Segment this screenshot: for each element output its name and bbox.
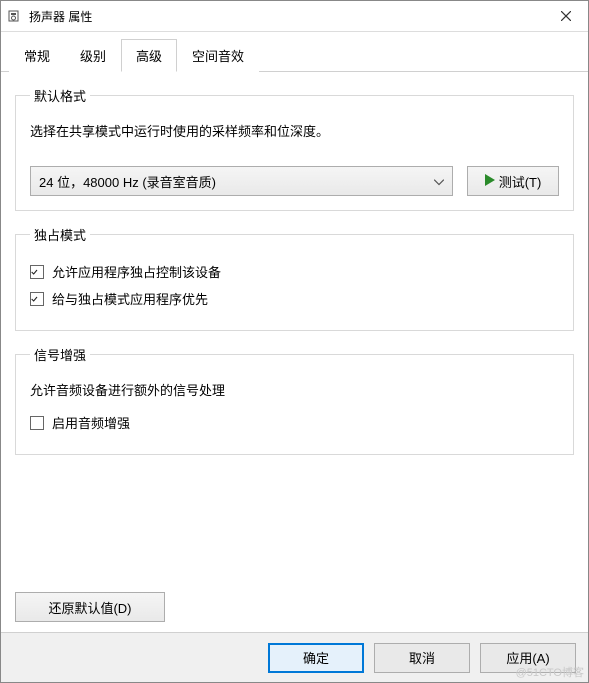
tab-general[interactable]: 常规: [9, 39, 65, 72]
default-format-desc: 选择在共享模式中运行时使用的采样频率和位深度。: [30, 121, 559, 140]
tab-strip: 常规 级别 高级 空间音效: [1, 32, 588, 72]
speaker-icon: [7, 8, 23, 24]
cancel-button[interactable]: 取消: [374, 643, 470, 673]
format-select[interactable]: 24 位，48000 Hz (录音室音质): [30, 166, 453, 196]
group-exclusive-mode: 独占模式 允许应用程序独占控制该设备 给与独占模式应用程序优先: [15, 225, 574, 331]
close-icon: [561, 11, 571, 21]
checkbox-enable-enhance[interactable]: [30, 416, 44, 430]
dialog-footer: 确定 取消 应用(A): [1, 632, 588, 682]
watermark: @51CTO博客: [516, 664, 584, 680]
legend-exclusive: 独占模式: [30, 225, 90, 244]
window-title: 扬声器 属性: [29, 8, 92, 25]
play-icon: [485, 174, 495, 189]
ok-button[interactable]: 确定: [268, 643, 364, 673]
label-exclusive-priority: 给与独占模式应用程序优先: [52, 289, 208, 308]
checkbox-allow-exclusive[interactable]: [30, 265, 44, 279]
legend-default-format: 默认格式: [30, 86, 90, 105]
properties-dialog: 扬声器 属性 常规 级别 高级 空间音效 默认格式 选择在共享模式中运行时使用的…: [0, 0, 589, 683]
tab-levels[interactable]: 级别: [65, 39, 121, 72]
test-button-label: 测试(T): [499, 172, 542, 191]
titlebar: 扬声器 属性: [1, 1, 588, 32]
chevron-down-icon: [434, 174, 444, 189]
tab-content: 默认格式 选择在共享模式中运行时使用的采样频率和位深度。 24 位，48000 …: [1, 72, 588, 632]
group-default-format: 默认格式 选择在共享模式中运行时使用的采样频率和位深度。 24 位，48000 …: [15, 86, 574, 211]
legend-enhance: 信号增强: [30, 345, 90, 364]
restore-defaults-button[interactable]: 还原默认值(D): [15, 592, 165, 622]
format-select-value: 24 位，48000 Hz (录音室音质): [39, 172, 216, 191]
tab-spatial[interactable]: 空间音效: [177, 39, 259, 72]
tab-advanced[interactable]: 高级: [121, 39, 177, 72]
test-button[interactable]: 测试(T): [467, 166, 559, 196]
group-signal-enhance: 信号增强 允许音频设备进行额外的信号处理 启用音频增强: [15, 345, 574, 455]
label-allow-exclusive: 允许应用程序独占控制该设备: [52, 262, 221, 281]
close-button[interactable]: [543, 1, 588, 32]
enhance-desc: 允许音频设备进行额外的信号处理: [30, 380, 559, 399]
label-enable-enhance: 启用音频增强: [52, 413, 130, 432]
checkbox-exclusive-priority[interactable]: [30, 292, 44, 306]
